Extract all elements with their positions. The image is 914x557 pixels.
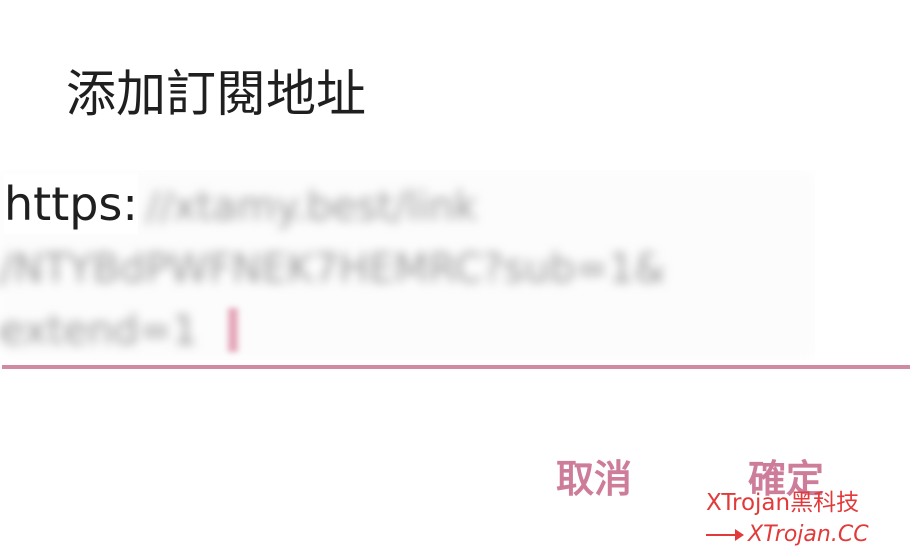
input-underline bbox=[2, 365, 910, 369]
url-prefix-text: https: bbox=[4, 174, 138, 234]
watermark-line-1: XTrojan黑科技 bbox=[706, 490, 860, 516]
cancel-button[interactable]: 取消 bbox=[556, 456, 632, 502]
add-subscription-dialog: 添加訂閱地址 https: //xtamy.best/link /NTYBdPW… bbox=[0, 0, 914, 557]
url-blurred-text: //xtamy.best/link /NTYBdPWFNEK7HEMRC?sub… bbox=[0, 176, 786, 360]
text-cursor bbox=[228, 308, 238, 352]
subscription-url-input[interactable]: https: //xtamy.best/link /NTYBdPWFNEK7HE… bbox=[0, 160, 910, 372]
url-line-3: extend=1 bbox=[0, 308, 198, 354]
url-line-2: /NTYBdPWFNEK7HEMRC?sub=1& bbox=[0, 246, 666, 292]
watermark: XTrojan黑科技 XTrojan.CC bbox=[700, 488, 910, 554]
url-line-1: //xtamy.best/link bbox=[146, 184, 478, 230]
dialog-title: 添加訂閱地址 bbox=[66, 65, 366, 123]
arrow-right-icon bbox=[706, 529, 744, 541]
watermark-domain: XTrojan.CC bbox=[748, 522, 869, 547]
watermark-line-2: XTrojan.CC bbox=[706, 520, 869, 550]
